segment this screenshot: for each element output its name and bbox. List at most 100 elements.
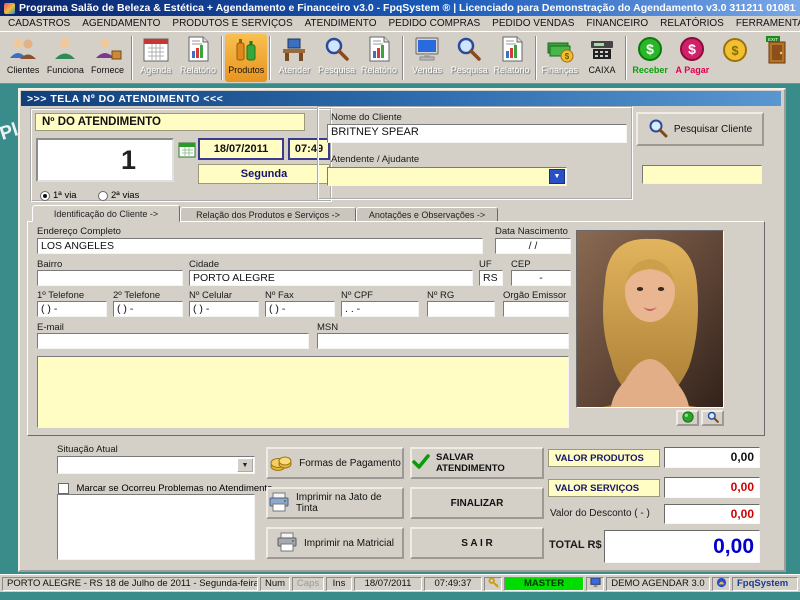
toolbar-label: Relatório bbox=[179, 65, 216, 75]
search-icon bbox=[707, 411, 719, 426]
pay-coin-icon: $ bbox=[677, 35, 707, 65]
toolbar-produtos-button[interactable]: Produtos bbox=[225, 34, 268, 82]
msn-input[interactable] bbox=[317, 333, 569, 349]
toolbar-separator bbox=[221, 36, 224, 80]
address-input[interactable]: LOS ANGELES bbox=[37, 238, 483, 254]
attendance-date: 18/07/2011 bbox=[198, 138, 284, 160]
status-date: 18/07/2011 bbox=[354, 576, 422, 591]
status-logo-cell bbox=[712, 576, 730, 591]
cep-input[interactable]: - bbox=[511, 270, 571, 286]
client-notes-area[interactable] bbox=[37, 356, 569, 428]
cellphone-input[interactable]: ( ) - bbox=[189, 301, 259, 317]
assistant-input[interactable] bbox=[642, 165, 762, 184]
toolbar-apagar-button[interactable]: $ A Pagar bbox=[671, 34, 713, 82]
rg-input[interactable] bbox=[427, 301, 495, 317]
menu-item-ferramentas[interactable]: FERRAMENTAS bbox=[730, 18, 800, 29]
menu-item-agendamento[interactable]: AGENDAMENTO bbox=[76, 18, 166, 29]
status-brand: FpqSystem bbox=[732, 576, 798, 591]
situation-combobox[interactable]: ▼ bbox=[57, 456, 255, 474]
toolbar-vendas-button[interactable]: Vendas bbox=[406, 34, 448, 82]
toolbar-agenda-relatorio-button[interactable]: Relatório bbox=[177, 34, 219, 82]
attendance-title: Nº DO ATENDIMENTO bbox=[35, 113, 305, 131]
desktop: Programa Salão de Beleza & Estética + Ag… bbox=[0, 0, 800, 600]
attendance-group: Nº DO ATENDIMENTO 1 18/07/2011 07:49 Seg… bbox=[30, 108, 332, 202]
print-inkjet-label: Imprimir na Jato de Tinta bbox=[296, 492, 382, 514]
menu-item-pedido-vendas[interactable]: PEDIDO VENDAS bbox=[486, 18, 580, 29]
email-input[interactable] bbox=[37, 333, 309, 349]
toolbar-fornecedores-button[interactable]: Fornece bbox=[86, 34, 128, 82]
menu-item-atendimento[interactable]: ATENDIMENTO bbox=[299, 18, 383, 29]
client-name-input[interactable]: BRITNEY SPEAR bbox=[327, 124, 627, 143]
toolbar-atender-button[interactable]: Atender bbox=[273, 34, 315, 82]
toolbar-coin-button[interactable]: $ bbox=[714, 34, 756, 82]
toolbar-separator bbox=[269, 36, 272, 80]
toolbar-agenda-button[interactable]: Agenda bbox=[135, 34, 177, 82]
total-label: TOTAL R$ bbox=[549, 539, 602, 551]
toolbar-label: Funciona bbox=[46, 65, 84, 75]
services-value-label: VALOR SERVIÇOS bbox=[548, 479, 660, 497]
toolbar-atender-pesquisa-button[interactable]: Pesquisa bbox=[316, 34, 358, 82]
menu-item-produtos-servicos[interactable]: PRODUTOS E SERVIÇOS bbox=[166, 18, 298, 29]
key-icon bbox=[487, 577, 499, 590]
toolbar-label: Pesquisa bbox=[450, 65, 488, 75]
status-ins: Ins bbox=[326, 576, 352, 591]
finalize-button[interactable]: FINALIZAR bbox=[410, 487, 544, 519]
toolbar-funcionarios-button[interactable]: Funciona bbox=[44, 34, 86, 82]
toolbar-caixa-button[interactable]: CAIXA bbox=[581, 34, 623, 82]
toolbar-separator bbox=[534, 36, 537, 80]
fax-input[interactable]: ( ) - bbox=[265, 301, 335, 317]
tab-anotacoes[interactable]: Anotações e Observações -> bbox=[356, 207, 498, 222]
tab-identificacao[interactable]: Identificação do Cliente -> bbox=[32, 205, 180, 222]
menu-item-relatorios[interactable]: RELATÓRIOS bbox=[654, 18, 730, 29]
attendant-value bbox=[328, 172, 331, 184]
menu-item-cadastros[interactable]: CADASTROS bbox=[2, 18, 76, 29]
problem-checkbox[interactable] bbox=[58, 483, 69, 495]
chevron-down-icon[interactable]: ▼ bbox=[237, 458, 253, 472]
problem-notes-area[interactable] bbox=[57, 494, 255, 560]
toolbar-sair-button[interactable]: EXIT bbox=[756, 34, 798, 82]
toolbar-label: Clientes bbox=[6, 65, 40, 75]
city-input[interactable]: PORTO ALEGRE bbox=[189, 270, 473, 286]
client-group: Nome do Cliente BRITNEY SPEAR Atendente … bbox=[317, 106, 633, 200]
gold-coin-icon: $ bbox=[720, 35, 750, 65]
search-client-button[interactable]: Pesquisar Cliente bbox=[636, 112, 764, 146]
phone2-input[interactable]: ( ) - bbox=[113, 301, 183, 317]
form-title: >>> TELA Nº DO ATENDIMENTO <<< bbox=[27, 92, 224, 105]
toolbar-vendas-pesquisa-button[interactable]: Pesquisa bbox=[448, 34, 490, 82]
menu-item-pedido-compras[interactable]: PEDIDO COMPRAS bbox=[382, 18, 486, 29]
exit-door-icon: EXIT bbox=[762, 35, 792, 65]
uf-input[interactable]: RS bbox=[479, 270, 503, 286]
photo-webcam-button[interactable] bbox=[676, 410, 699, 426]
via1-radio[interactable] bbox=[40, 190, 50, 201]
toolbar: Clientes Funciona Fornece Agenda Relatór… bbox=[0, 31, 800, 84]
tab-produtos-servicos[interactable]: Relação dos Produtos e Serviços -> bbox=[180, 207, 356, 222]
exit-button[interactable]: S A I R bbox=[410, 527, 544, 559]
via2-radio[interactable] bbox=[98, 190, 108, 201]
menu-item-financeiro[interactable]: FINANCEIRO bbox=[580, 18, 654, 29]
phone1-input[interactable]: ( ) - bbox=[37, 301, 107, 317]
attendance-weekday: Segunda bbox=[198, 164, 330, 184]
district-input[interactable] bbox=[37, 270, 183, 286]
toolbar-vendas-relatorio-button[interactable]: Relatório bbox=[490, 34, 532, 82]
chevron-down-icon[interactable]: ▼ bbox=[549, 169, 565, 184]
save-attendance-button[interactable]: SALVAR ATENDIMENTO bbox=[410, 447, 544, 479]
svg-text:EXIT: EXIT bbox=[768, 37, 778, 42]
photo-search-button[interactable] bbox=[701, 410, 724, 426]
attendant-combobox[interactable]: ▼ bbox=[327, 167, 567, 186]
print-inkjet-button[interactable]: Imprimir na Jato de Tinta bbox=[266, 487, 404, 519]
toolbar-clientes-button[interactable]: Clientes bbox=[2, 34, 44, 82]
toolbar-receber-button[interactable]: $ Receber bbox=[629, 34, 671, 82]
toolbar-financas-button[interactable]: $ Finanças bbox=[539, 34, 581, 82]
toolbar-atender-relatorio-button[interactable]: Relatório bbox=[358, 34, 400, 82]
calendar-mini-icon[interactable] bbox=[178, 141, 196, 164]
birth-date-input[interactable]: / / bbox=[495, 238, 571, 254]
payment-methods-button[interactable]: Formas de Pagamento bbox=[266, 447, 404, 479]
cpf-input[interactable]: . . - bbox=[341, 301, 419, 317]
status-time: 07:49:37 bbox=[424, 576, 482, 591]
issuer-input[interactable] bbox=[503, 301, 569, 317]
fax-label: Nº Fax bbox=[265, 290, 294, 301]
print-matrix-button[interactable]: Imprimir na Matricial bbox=[266, 527, 404, 559]
toolbar-label: Vendas bbox=[412, 65, 443, 75]
via2-label: 2ª vias bbox=[111, 190, 140, 202]
products-icon bbox=[231, 35, 261, 65]
